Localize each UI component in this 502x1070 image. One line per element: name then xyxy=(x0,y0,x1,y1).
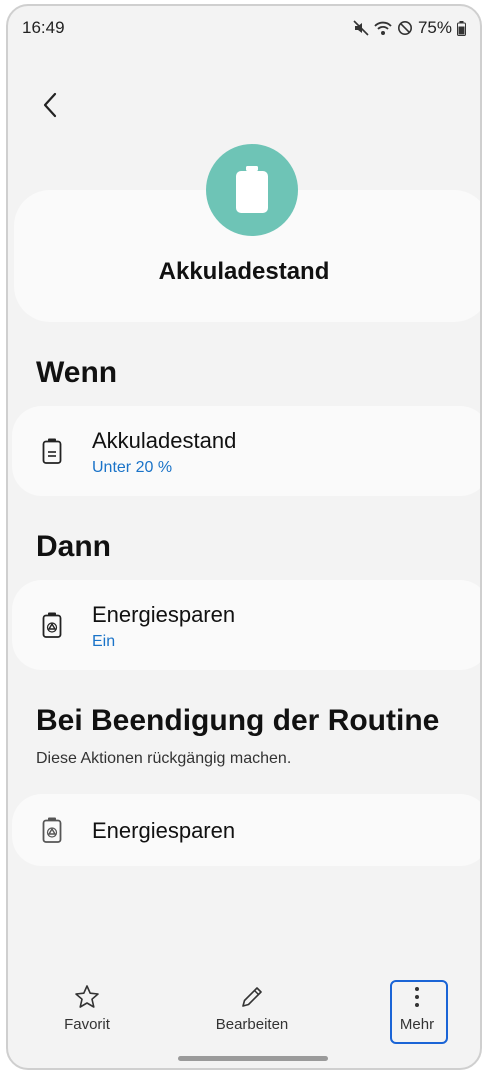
mute-icon xyxy=(353,20,369,36)
favorite-button[interactable]: Favorit xyxy=(52,984,122,1033)
home-indicator[interactable] xyxy=(178,1056,328,1061)
edit-label: Bearbeiten xyxy=(215,1016,289,1033)
star-icon xyxy=(75,985,99,1008)
wifi-icon xyxy=(374,20,392,36)
battery-icon xyxy=(457,20,466,36)
chevron-left-icon xyxy=(43,92,57,118)
battery-hero-icon xyxy=(206,144,298,236)
section-title-if: Wenn xyxy=(36,356,118,389)
end-action-card[interactable]: Energiesparen xyxy=(12,794,480,866)
then-item-label: Energiesparen xyxy=(92,602,236,627)
more-vertical-icon xyxy=(415,987,419,1007)
more-button[interactable]: Mehr xyxy=(382,984,452,1033)
section-title-then: Dann xyxy=(36,530,111,563)
section-title-end: Bei Beendigung der Routine xyxy=(36,704,440,737)
do-not-disturb-icon xyxy=(397,20,413,36)
section-end-description: Diese Aktionen rückgängig machen. xyxy=(36,750,292,767)
page-title: Akkuladestand xyxy=(158,258,330,285)
pencil-icon xyxy=(242,987,262,1007)
end-item-label: Energiesparen xyxy=(92,818,236,843)
phone-screen: 16:49 75% Akkuladestand Wenn Akkuladesta… xyxy=(6,4,482,1070)
if-item-label: Akkuladestand xyxy=(92,428,237,453)
if-item-value: Unter 20 % xyxy=(92,459,173,476)
battery-percent: 75% xyxy=(417,18,452,37)
power-saving-icon xyxy=(40,817,64,843)
more-label: Mehr xyxy=(399,1016,435,1033)
edit-button[interactable]: Bearbeiten xyxy=(206,984,298,1033)
then-item-value: Ein xyxy=(92,633,116,650)
bottom-action-bar: Favorit Bearbeiten Mehr xyxy=(8,976,480,1056)
status-time: 16:49 xyxy=(22,18,65,37)
favorite-label: Favorit xyxy=(64,1016,110,1033)
status-icons: 75% xyxy=(353,18,466,38)
back-button[interactable] xyxy=(36,90,66,120)
if-condition-card[interactable]: Akkuladestand Unter 20 % xyxy=(12,406,480,496)
status-bar: 16:49 75% xyxy=(22,16,466,40)
then-action-card[interactable]: Energiesparen Ein xyxy=(12,580,480,670)
power-saving-icon xyxy=(40,612,64,638)
battery-level-icon xyxy=(40,438,64,464)
